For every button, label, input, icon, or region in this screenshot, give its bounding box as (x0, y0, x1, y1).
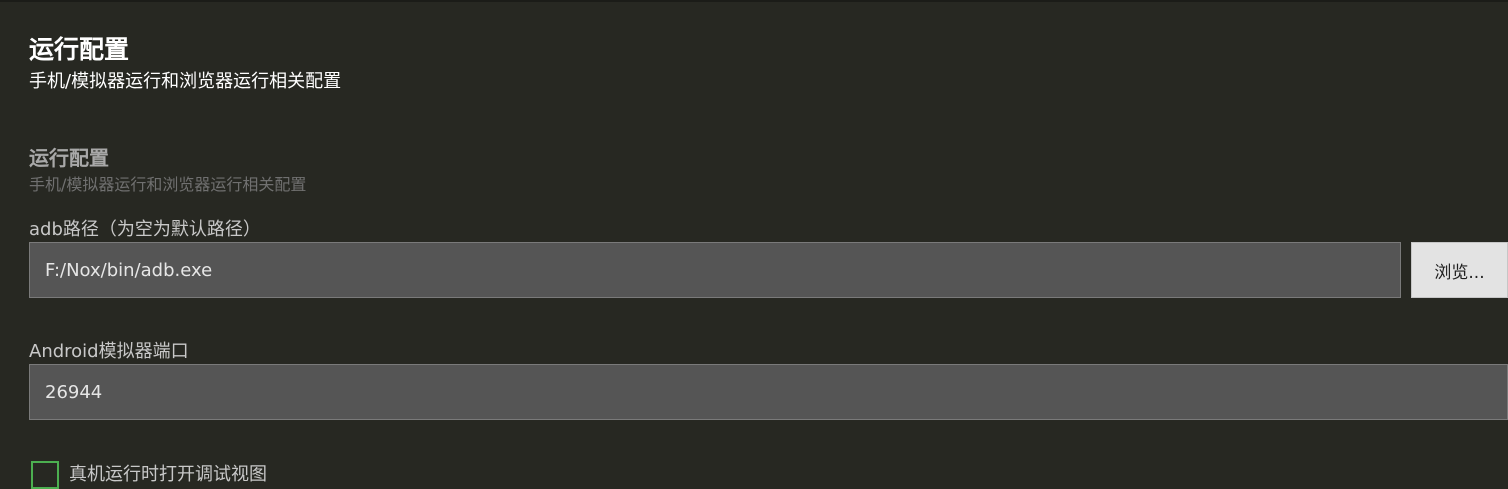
window-top-border (0, 0, 1508, 2)
emulator-port-label: Android模拟器端口 (29, 341, 189, 362)
debug-view-checkbox[interactable] (31, 461, 59, 489)
page-subtitle: 手机/模拟器运行和浏览器运行相关配置 (29, 71, 342, 92)
adb-path-input[interactable] (29, 242, 1401, 298)
page-title: 运行配置 (29, 35, 130, 64)
emulator-port-input[interactable] (29, 364, 1508, 420)
section-subtitle: 手机/模拟器运行和浏览器运行相关配置 (29, 175, 307, 194)
debug-view-label: 真机运行时打开调试视图 (69, 464, 267, 485)
debug-view-option[interactable]: 真机运行时打开调试视图 (31, 461, 267, 489)
section-title: 运行配置 (29, 146, 109, 170)
adb-path-label: adb路径（为空为默认路径） (29, 219, 261, 240)
browse-button[interactable]: 浏览... (1411, 242, 1508, 298)
